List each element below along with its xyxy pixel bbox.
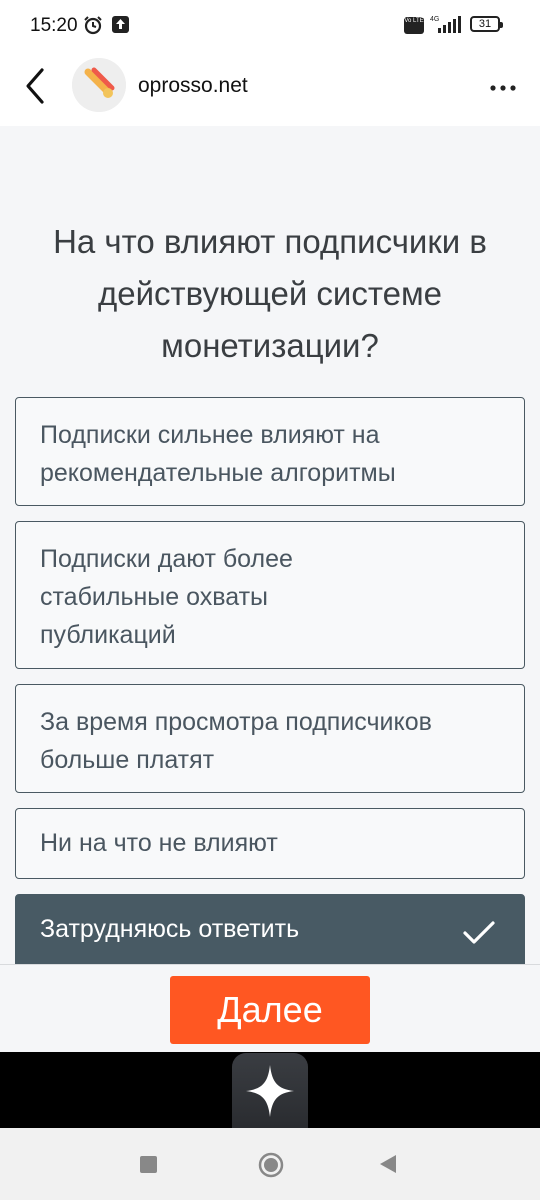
survey-footer: Далее [0,964,540,1053]
answer-option-5-selected[interactable]: Затрудняюсь ответить [15,894,525,964]
back-triangle-icon[interactable] [378,1154,398,1179]
answer-option-4[interactable]: Ни на что не влияют [15,808,525,879]
question-title: На что влияют подписчики в действующей с… [53,223,487,364]
status-bar: 15:20 Vo LTE 4G 31 [0,0,540,50]
svg-text:4G: 4G [430,16,439,23]
checkmark-icon [462,919,496,957]
chevron-left-icon[interactable] [20,66,52,106]
signal-icon: 4G [428,14,464,39]
app-header: oprosso.net [0,50,540,126]
survey-content: На что влияют подписчики в действующей с… [0,126,540,964]
answer-option-label: Ни на что не влияют [40,829,278,857]
answer-option-label: За время просмотра подписчиков больше пл… [40,708,432,774]
upload-icon [112,16,129,33]
answer-option-1[interactable]: Подписки сильнее влияют на рекомендатель… [15,397,525,506]
site-logo [72,58,126,112]
home-circle-icon[interactable] [257,1151,285,1184]
answer-option-label: Подписки сильнее влияют на рекомендатель… [40,421,396,487]
answer-option-2[interactable]: Подписки дают более стабильные охваты пу… [15,521,525,669]
system-nav-bar [0,1128,540,1200]
answer-option-label: Затрудняюсь ответить [40,915,300,943]
next-button[interactable]: Далее [170,976,370,1044]
alarm-icon [83,15,103,40]
status-time: 15:20 [30,15,78,36]
sparkle-logo-icon[interactable] [232,1053,308,1128]
volte-icon: Vo LTE [404,17,424,34]
site-name: oprosso.net [138,74,248,97]
answer-option-label: Подписки дают более стабильные охваты пу… [40,545,293,649]
more-dots-icon[interactable] [488,80,518,91]
ad-bar [0,1052,540,1128]
answer-option-3[interactable]: За время просмотра подписчиков больше пл… [15,684,525,793]
recents-square-icon[interactable] [140,1156,157,1173]
battery-icon: 31 [470,16,503,32]
